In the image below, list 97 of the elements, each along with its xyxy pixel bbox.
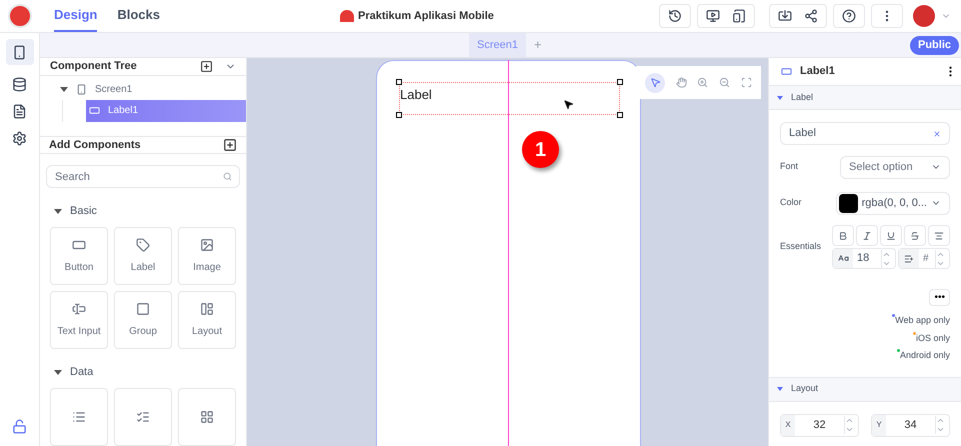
pointer-icon[interactable] [650, 77, 661, 88]
share-icon[interactable] [804, 9, 818, 23]
panel-title: Add Components [49, 138, 141, 152]
tree-item[interactable]: Label1 [86, 100, 246, 122]
search-field[interactable]: Search [46, 165, 240, 188]
field-label: Font [780, 160, 800, 174]
screens-tab[interactable] [6, 39, 34, 65]
italic-icon [862, 230, 872, 240]
platform-note: iOS only [916, 332, 950, 345]
label-icon [89, 105, 100, 116]
category-title: Data [70, 364, 94, 380]
lock-icon[interactable] [12, 419, 27, 434]
component-card[interactable]: Button [50, 227, 108, 285]
phone-preview-icon[interactable] [732, 9, 746, 23]
format-button[interactable] [856, 225, 878, 246]
caret-icon[interactable] [54, 208, 62, 214]
grid-icon [200, 410, 214, 424]
font-size-icon [838, 253, 848, 264]
import-icon[interactable] [778, 9, 792, 23]
section-header[interactable]: Label [769, 86, 961, 110]
more-button[interactable]: ••• [929, 289, 950, 306]
cursor-icon [563, 99, 574, 110]
add-icon[interactable] [223, 138, 237, 152]
resize-handle[interactable] [617, 79, 623, 85]
add-screen-icon[interactable] [200, 60, 213, 73]
clear-icon[interactable] [933, 130, 941, 138]
mode-tab[interactable]: Blocks [117, 0, 160, 32]
avatar[interactable] [913, 5, 935, 27]
properties-title: Label1 [800, 64, 835, 80]
database-icon[interactable] [12, 77, 27, 92]
chevron-up-icon[interactable] [845, 416, 854, 425]
strikethrough-icon [910, 230, 920, 240]
font-size-field[interactable]: 18 [832, 248, 896, 269]
resize-handle[interactable] [396, 79, 402, 85]
list-icon [72, 410, 86, 424]
caret-icon[interactable] [777, 387, 783, 391]
font-select[interactable]: Select option [840, 156, 950, 178]
format-button[interactable] [880, 225, 902, 246]
line-height-icon [904, 254, 914, 264]
settings-icon[interactable] [12, 131, 27, 146]
history-icon[interactable] [668, 9, 682, 23]
app-logo[interactable] [8, 4, 32, 28]
hand-icon[interactable] [676, 77, 687, 88]
section-header[interactable]: Layout [769, 378, 961, 402]
position-field[interactable]: Y 34 [871, 414, 950, 436]
component-card[interactable]: Image [178, 227, 236, 285]
file-icon[interactable] [12, 104, 27, 119]
detail-icon [136, 410, 150, 424]
color-select[interactable]: rgba(0, 0, 0... [836, 192, 950, 214]
search-icon [223, 172, 232, 181]
chevron-down-icon[interactable] [936, 425, 945, 434]
preview-icon[interactable] [706, 9, 720, 23]
component-card[interactable]: Label [114, 227, 172, 285]
position-field[interactable]: X 32 [780, 414, 859, 436]
align-center-icon [934, 230, 944, 240]
image-icon [200, 238, 214, 252]
component-card[interactable]: Group [114, 291, 172, 349]
platform-note: Android only [900, 349, 950, 362]
project-icon [340, 10, 354, 22]
line-height-field[interactable]: # [898, 248, 950, 269]
fit-icon[interactable] [740, 77, 752, 88]
label-icon [136, 238, 150, 252]
format-button[interactable] [904, 225, 926, 246]
bold-icon [838, 230, 848, 240]
public-badge[interactable]: Public [910, 36, 959, 54]
caret-icon[interactable] [777, 96, 783, 100]
format-button[interactable] [832, 225, 854, 246]
color-swatch [838, 194, 858, 212]
text-field[interactable]: Label [780, 122, 950, 145]
phone-icon [76, 84, 87, 95]
panel-title: Component Tree [50, 59, 137, 74]
resize-handle[interactable] [396, 112, 402, 118]
label-icon [781, 66, 792, 77]
zoom-in-icon[interactable] [697, 77, 708, 88]
tree-item[interactable]: Screen1 [40, 80, 246, 100]
caret-icon[interactable] [54, 370, 62, 374]
underline-icon [886, 230, 896, 240]
group-icon [136, 302, 150, 316]
component-card[interactable] [178, 388, 236, 446]
field-label: Essentials [780, 240, 822, 254]
field-label: Color [780, 196, 803, 210]
project-title: Praktikum Aplikasi Mobile [358, 8, 494, 24]
layout-icon [200, 302, 214, 316]
component-card[interactable]: Text Input [50, 291, 108, 349]
component-card[interactable]: Layout [178, 291, 236, 349]
platform-note: Web app only [895, 314, 950, 327]
input-icon [72, 302, 86, 316]
chevron-down-icon[interactable] [845, 425, 854, 434]
caret-icon[interactable] [60, 87, 68, 92]
category-title: Basic [70, 204, 97, 219]
format-button[interactable] [928, 225, 950, 246]
screen-tab[interactable]: Screen1 [469, 33, 526, 57]
phone-icon [12, 44, 27, 60]
chevron-up-icon[interactable] [936, 416, 945, 425]
zoom-out-icon[interactable] [719, 77, 730, 88]
help-icon[interactable] [842, 9, 856, 23]
resize-handle[interactable] [617, 112, 623, 118]
